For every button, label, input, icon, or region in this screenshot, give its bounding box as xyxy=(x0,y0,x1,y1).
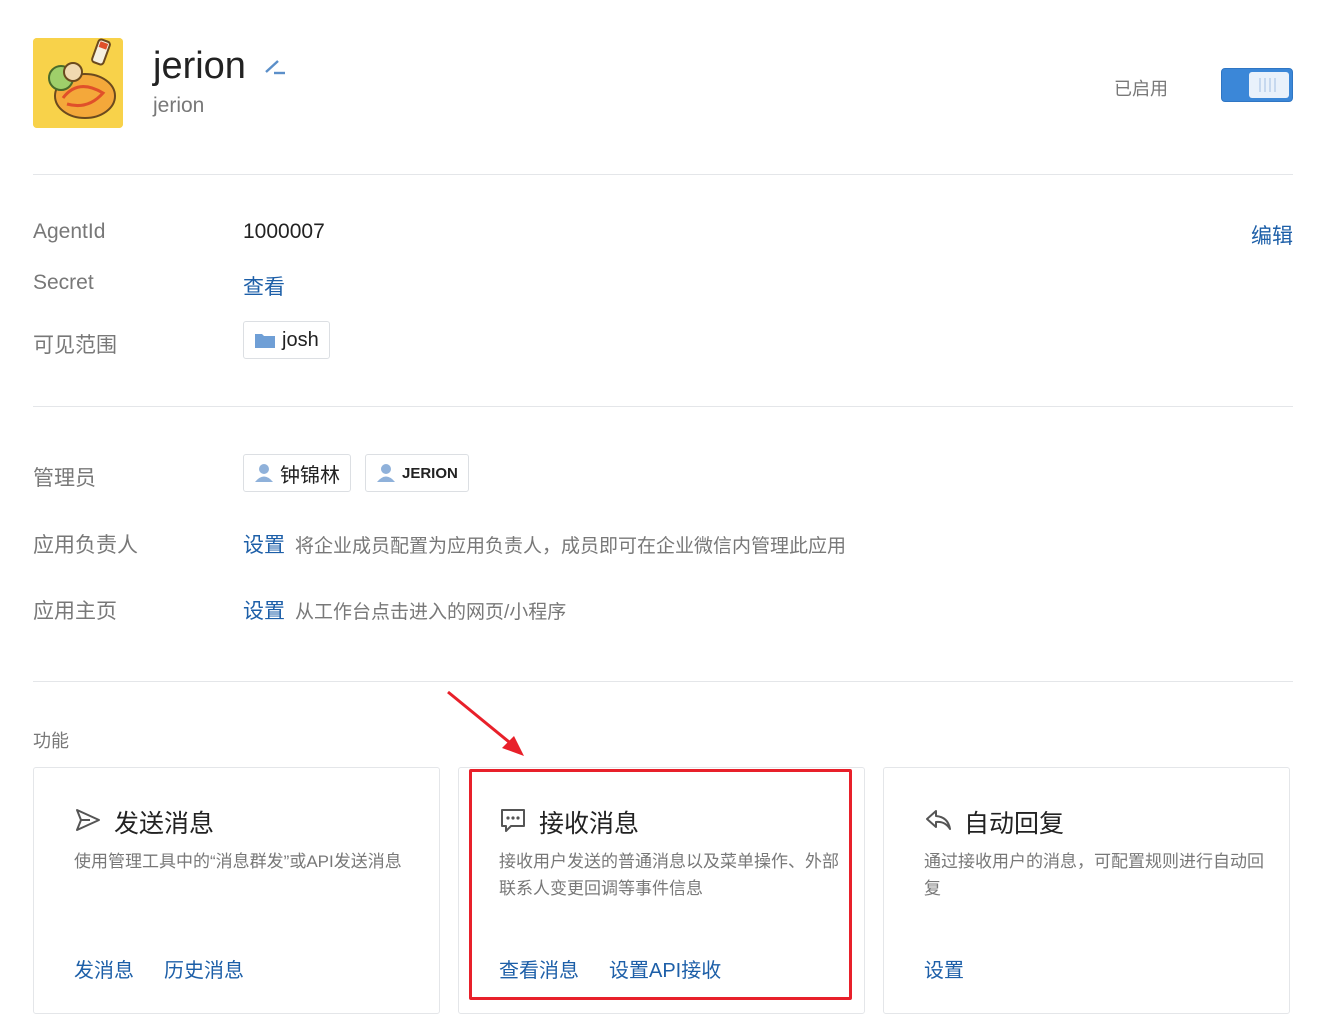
card-desc: 通过接收用户的消息，可配置规则进行自动回复 xyxy=(924,852,1264,898)
card-links: 查看消息 设置API接收 xyxy=(499,954,721,983)
owner-label: 应用负责人 xyxy=(33,534,138,557)
admin-name: 钟锦林 xyxy=(280,464,340,487)
arrow-annotation xyxy=(440,686,540,766)
reply-icon xyxy=(924,806,952,834)
homepage-row: 设置 从工作台点击进入的网页/小程序 xyxy=(243,595,566,625)
send-message-link[interactable]: 发消息 xyxy=(74,954,134,983)
card-links: 发消息 历史消息 xyxy=(74,954,244,983)
homepage-hint: 从工作台点击进入的网页/小程序 xyxy=(295,602,567,623)
admin-tag[interactable]: 钟锦林 xyxy=(243,454,351,492)
card-title: 自动回复 xyxy=(964,810,1065,838)
homepage-set-link[interactable]: 设置 xyxy=(243,600,285,623)
card-links: 设置 xyxy=(924,954,964,983)
app-header: jerion jerion 已启用 xyxy=(33,38,1293,130)
card-desc: 接收用户发送的普通消息以及菜单操作、外部联系人变更回调等事件信息 xyxy=(499,852,839,898)
view-messages-link[interactable]: 查看消息 xyxy=(499,954,579,983)
enable-toggle[interactable] xyxy=(1221,68,1293,102)
app-avatar xyxy=(33,38,123,128)
chat-bubble-icon xyxy=(499,806,527,834)
admin-label: 管理员 xyxy=(33,467,96,490)
feature-card-receive: 接收消息 接收用户发送的普通消息以及菜单操作、外部联系人变更回调等事件信息 查看… xyxy=(458,767,865,1014)
agentid-label: AgentId xyxy=(33,220,106,243)
edit-name-icon[interactable] xyxy=(263,56,287,76)
divider xyxy=(33,681,1293,682)
user-icon xyxy=(376,463,396,483)
set-api-receive-link[interactable]: 设置API接收 xyxy=(609,954,721,983)
admin-tag[interactable]: JERION xyxy=(365,454,469,492)
app-subtitle: jerion xyxy=(153,94,205,117)
features-title: 功能 xyxy=(33,731,69,751)
owner-set-link[interactable]: 设置 xyxy=(243,534,285,557)
history-message-link[interactable]: 历史消息 xyxy=(164,954,244,983)
secret-view-link[interactable]: 查看 xyxy=(243,271,285,301)
feature-card-send: 发送消息 使用管理工具中的“消息群发”或API发送消息 发消息 历史消息 xyxy=(33,767,440,1014)
app-name: jerion xyxy=(153,45,246,87)
visibility-tag[interactable]: josh xyxy=(243,321,330,359)
card-desc: 使用管理工具中的“消息群发”或API发送消息 xyxy=(74,852,402,871)
autoreply-set-link[interactable]: 设置 xyxy=(924,954,964,983)
visibility-tag-label: josh xyxy=(282,328,319,351)
feature-card-autoreply: 自动回复 通过接收用户的消息，可配置规则进行自动回复 设置 xyxy=(883,767,1290,1014)
admin-name: JERION xyxy=(402,464,458,482)
divider xyxy=(33,174,1293,175)
user-icon xyxy=(254,463,274,483)
agentid-value: 1000007 xyxy=(243,220,325,243)
toggle-knob xyxy=(1249,72,1289,98)
edit-link[interactable]: 编辑 xyxy=(1251,220,1293,250)
card-title: 接收消息 xyxy=(539,810,640,838)
send-icon xyxy=(74,806,102,834)
visibility-label: 可见范围 xyxy=(33,334,117,357)
owner-row: 设置 将企业成员配置为应用负责人，成员即可在企业微信内管理此应用 xyxy=(243,529,846,559)
owner-hint: 将企业成员配置为应用负责人，成员即可在企业微信内管理此应用 xyxy=(295,536,847,557)
homepage-label: 应用主页 xyxy=(33,600,117,623)
folder-icon xyxy=(254,331,276,349)
status-label: 已启用 xyxy=(1114,79,1168,99)
divider xyxy=(33,406,1293,407)
secret-label: Secret xyxy=(33,271,94,294)
card-title: 发送消息 xyxy=(114,810,215,838)
